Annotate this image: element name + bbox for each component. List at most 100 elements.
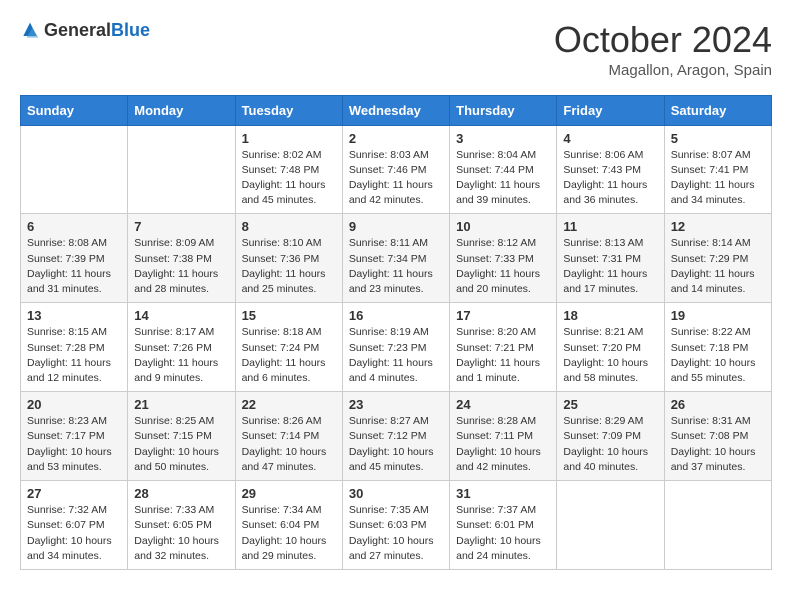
day-header-monday: Monday (128, 95, 235, 125)
day-number: 25 (563, 397, 657, 412)
day-info: Sunrise: 8:28 AM Sunset: 7:11 PM Dayligh… (456, 414, 550, 475)
calendar-cell: 22 Sunrise: 8:26 AM Sunset: 7:14 PM Dayli… (235, 392, 342, 481)
day-number: 17 (456, 308, 550, 323)
calendar-cell: 25 Sunrise: 8:29 AM Sunset: 7:09 PM Dayli… (557, 392, 664, 481)
day-number: 30 (349, 486, 443, 501)
day-number: 16 (349, 308, 443, 323)
day-info: Sunrise: 8:18 AM Sunset: 7:24 PM Dayligh… (242, 325, 336, 386)
day-info: Sunrise: 7:32 AM Sunset: 6:07 PM Dayligh… (27, 503, 121, 564)
calendar-cell: 21Sunrise: 8:25 AM Sunset: 7:15 PM Dayli… (128, 392, 235, 481)
calendar-cell: 2 Sunrise: 8:03 AM Sunset: 7:46 PM Daylig… (342, 125, 449, 214)
day-info: Sunrise: 8:06 AM Sunset: 7:43 PM Dayligh… (563, 148, 657, 209)
calendar-cell: 8 Sunrise: 8:10 AM Sunset: 7:36 PM Daylig… (235, 214, 342, 303)
day-number: 1 (242, 131, 336, 146)
day-number: 2 (349, 131, 443, 146)
day-info: Sunrise: 8:11 AM Sunset: 7:34 PM Dayligh… (349, 236, 443, 297)
day-header-wednesday: Wednesday (342, 95, 449, 125)
day-info: Sunrise: 8:07 AM Sunset: 7:41 PM Dayligh… (671, 148, 765, 209)
day-info: Sunrise: 8:23 AM Sunset: 7:17 PM Dayligh… (27, 414, 121, 475)
calendar-cell (128, 125, 235, 214)
calendar-cell: 18 Sunrise: 8:21 AM Sunset: 7:20 PM Dayli… (557, 303, 664, 392)
calendar-cell: 5Sunrise: 8:07 AM Sunset: 7:41 PM Daylig… (664, 125, 771, 214)
logo-general: General (44, 20, 111, 40)
day-info: Sunrise: 8:22 AM Sunset: 7:18 PM Dayligh… (671, 325, 765, 386)
day-number: 18 (563, 308, 657, 323)
day-number: 15 (242, 308, 336, 323)
calendar-cell: 13Sunrise: 8:15 AM Sunset: 7:28 PM Dayli… (21, 303, 128, 392)
day-info: Sunrise: 8:03 AM Sunset: 7:46 PM Dayligh… (349, 148, 443, 209)
day-number: 4 (563, 131, 657, 146)
day-number: 8 (242, 219, 336, 234)
day-number: 3 (456, 131, 550, 146)
day-number: 19 (671, 308, 765, 323)
calendar-cell: 12 Sunrise: 8:14 AM Sunset: 7:29 PM Dayli… (664, 214, 771, 303)
location-title: Magallon, Aragon, Spain (554, 62, 772, 79)
calendar-header: SundayMondayTuesdayWednesdayThursdayFrid… (21, 95, 772, 125)
day-header-friday: Friday (557, 95, 664, 125)
month-title: October 2024 (554, 20, 772, 60)
calendar-cell: 14 Sunrise: 8:17 AM Sunset: 7:26 PM Dayli… (128, 303, 235, 392)
day-number: 20 (27, 397, 121, 412)
calendar-cell: 24 Sunrise: 8:28 AM Sunset: 7:11 PM Dayli… (450, 392, 557, 481)
week-row-2: 13Sunrise: 8:15 AM Sunset: 7:28 PM Dayli… (21, 303, 772, 392)
day-info: Sunrise: 8:27 AM Sunset: 7:12 PM Dayligh… (349, 414, 443, 475)
day-info: Sunrise: 8:26 AM Sunset: 7:14 PM Dayligh… (242, 414, 336, 475)
logo-blue: Blue (111, 20, 150, 40)
day-info: Sunrise: 7:33 AM Sunset: 6:05 PM Dayligh… (134, 503, 228, 564)
day-info: Sunrise: 8:08 AM Sunset: 7:39 PM Dayligh… (27, 236, 121, 297)
day-number: 13 (27, 308, 121, 323)
calendar-cell: 28 Sunrise: 7:33 AM Sunset: 6:05 PM Dayli… (128, 481, 235, 570)
day-info: Sunrise: 8:09 AM Sunset: 7:38 PM Dayligh… (134, 236, 228, 297)
day-info: Sunrise: 8:29 AM Sunset: 7:09 PM Dayligh… (563, 414, 657, 475)
day-info: Sunrise: 8:21 AM Sunset: 7:20 PM Dayligh… (563, 325, 657, 386)
day-number: 24 (456, 397, 550, 412)
week-row-3: 20 Sunrise: 8:23 AM Sunset: 7:17 PM Dayli… (21, 392, 772, 481)
day-number: 27 (27, 486, 121, 501)
day-header-saturday: Saturday (664, 95, 771, 125)
day-info: Sunrise: 8:13 AM Sunset: 7:31 PM Dayligh… (563, 236, 657, 297)
logo-icon (20, 21, 40, 41)
calendar-cell: 4 Sunrise: 8:06 AM Sunset: 7:43 PM Daylig… (557, 125, 664, 214)
calendar-cell: 20 Sunrise: 8:23 AM Sunset: 7:17 PM Dayli… (21, 392, 128, 481)
week-row-0: 1 Sunrise: 8:02 AM Sunset: 7:48 PM Daylig… (21, 125, 772, 214)
day-number: 31 (456, 486, 550, 501)
calendar-cell: 7 Sunrise: 8:09 AM Sunset: 7:38 PM Daylig… (128, 214, 235, 303)
day-number: 23 (349, 397, 443, 412)
day-number: 7 (134, 219, 228, 234)
calendar-body: 1 Sunrise: 8:02 AM Sunset: 7:48 PM Daylig… (21, 125, 772, 569)
day-info: Sunrise: 8:19 AM Sunset: 7:23 PM Dayligh… (349, 325, 443, 386)
day-info: Sunrise: 8:10 AM Sunset: 7:36 PM Dayligh… (242, 236, 336, 297)
day-number: 28 (134, 486, 228, 501)
day-info: Sunrise: 7:35 AM Sunset: 6:03 PM Dayligh… (349, 503, 443, 564)
day-number: 9 (349, 219, 443, 234)
day-header-thursday: Thursday (450, 95, 557, 125)
day-number: 10 (456, 219, 550, 234)
calendar-cell: 27 Sunrise: 7:32 AM Sunset: 6:07 PM Dayli… (21, 481, 128, 570)
day-number: 26 (671, 397, 765, 412)
calendar-cell: 6 Sunrise: 8:08 AM Sunset: 7:39 PM Daylig… (21, 214, 128, 303)
week-row-4: 27 Sunrise: 7:32 AM Sunset: 6:07 PM Dayli… (21, 481, 772, 570)
day-number: 12 (671, 219, 765, 234)
day-number: 6 (27, 219, 121, 234)
calendar-cell: 10 Sunrise: 8:12 AM Sunset: 7:33 PM Dayli… (450, 214, 557, 303)
day-number: 14 (134, 308, 228, 323)
day-number: 22 (242, 397, 336, 412)
logo-text: GeneralBlue (44, 20, 150, 41)
day-number: 29 (242, 486, 336, 501)
day-info: Sunrise: 8:04 AM Sunset: 7:44 PM Dayligh… (456, 148, 550, 209)
calendar-cell: 15 Sunrise: 8:18 AM Sunset: 7:24 PM Dayli… (235, 303, 342, 392)
day-info: Sunrise: 8:02 AM Sunset: 7:48 PM Dayligh… (242, 148, 336, 209)
calendar-cell: 26 Sunrise: 8:31 AM Sunset: 7:08 PM Dayli… (664, 392, 771, 481)
calendar-cell: 23 Sunrise: 8:27 AM Sunset: 7:12 PM Dayli… (342, 392, 449, 481)
calendar-cell: 1 Sunrise: 8:02 AM Sunset: 7:48 PM Daylig… (235, 125, 342, 214)
day-info: Sunrise: 8:17 AM Sunset: 7:26 PM Dayligh… (134, 325, 228, 386)
day-info: Sunrise: 8:31 AM Sunset: 7:08 PM Dayligh… (671, 414, 765, 475)
day-info: Sunrise: 8:20 AM Sunset: 7:21 PM Dayligh… (456, 325, 550, 386)
day-info: Sunrise: 8:12 AM Sunset: 7:33 PM Dayligh… (456, 236, 550, 297)
calendar-cell: 29Sunrise: 7:34 AM Sunset: 6:04 PM Dayli… (235, 481, 342, 570)
header: GeneralBlue October 2024 Magallon, Arago… (20, 20, 772, 79)
day-number: 11 (563, 219, 657, 234)
day-info: Sunrise: 8:14 AM Sunset: 7:29 PM Dayligh… (671, 236, 765, 297)
title-area: October 2024 Magallon, Aragon, Spain (554, 20, 772, 79)
calendar: SundayMondayTuesdayWednesdayThursdayFrid… (20, 95, 772, 570)
